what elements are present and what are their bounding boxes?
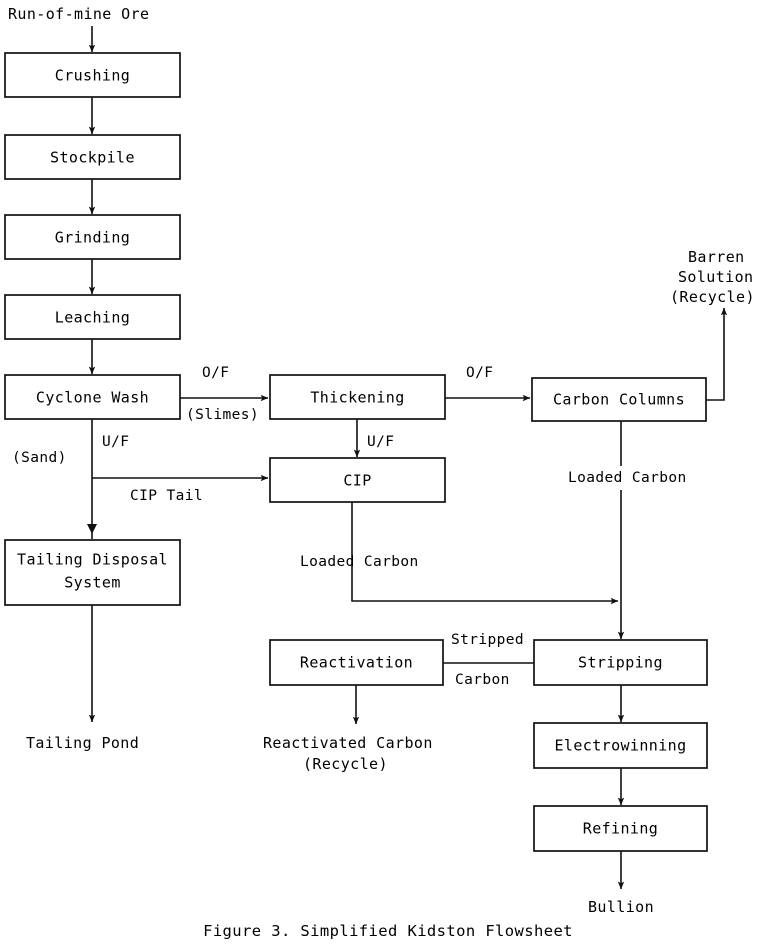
stream-label-uf-cyclone: U/F	[102, 434, 129, 450]
node-cip: CIP	[269, 457, 446, 503]
node-stripping: Stripping	[533, 639, 708, 686]
terminal-label-barren-line1: Barren	[688, 248, 745, 266]
node-stockpile-label: Stockpile	[50, 149, 135, 167]
node-thickening: Thickening	[269, 374, 446, 420]
node-leaching-label: Leaching	[55, 309, 130, 327]
stream-label-sand: (Sand)	[12, 450, 67, 466]
node-grinding: Grinding	[4, 214, 181, 260]
node-refining-label: Refining	[583, 820, 658, 838]
node-refining: Refining	[533, 805, 708, 852]
node-reactivation-label: Reactivation	[300, 654, 413, 672]
stream-label-carbon: Carbon	[455, 672, 510, 688]
terminal-label-feed: Run-of-mine Ore	[8, 5, 149, 23]
node-cyclone-wash-label: Cyclone Wash	[36, 389, 149, 407]
node-tailing-disposal-label-line2: System	[64, 574, 121, 592]
node-reactivation: Reactivation	[269, 639, 444, 686]
node-electrowinning-label: Electrowinning	[554, 737, 686, 755]
node-cyclone-wash: Cyclone Wash	[4, 374, 181, 420]
stream-label-cip-tail: CIP Tail	[130, 488, 203, 504]
stream-label-loaded-carbon-columns: Loaded Carbon	[568, 470, 687, 486]
node-tailing-disposal-label-line1: Tailing Disposal	[17, 551, 168, 569]
stream-label-slimes: (Slimes)	[186, 407, 259, 423]
connector-cip-loaded-carbon-to-stripping	[351, 502, 619, 605]
node-crushing-label: Crushing	[55, 67, 130, 85]
node-thickening-label: Thickening	[310, 389, 404, 407]
terminal-label-barren-line2: Solution	[678, 268, 753, 286]
node-tailing-disposal: Tailing Disposal System	[4, 539, 181, 606]
node-electrowinning: Electrowinning	[533, 722, 708, 769]
stream-label-of-cyclone: O/F	[202, 365, 229, 381]
connector-barren-solution-recycle	[706, 307, 728, 401]
terminal-label-barren-line3: (Recycle)	[670, 288, 755, 306]
figure-caption: Figure 3. Simplified Kidston Flowsheet	[203, 922, 573, 940]
stream-label-loaded-carbon-cip: Loaded Carbon	[300, 554, 419, 570]
node-stockpile: Stockpile	[4, 134, 181, 180]
stream-label-stripped: Stripped	[451, 632, 524, 648]
node-grinding-label: Grinding	[55, 229, 130, 247]
stream-label-uf-thickening: U/F	[367, 434, 394, 450]
node-cip-label: CIP	[343, 472, 371, 490]
terminal-label-bullion: Bullion	[588, 898, 654, 916]
node-stripping-label: Stripping	[578, 654, 663, 672]
terminal-label-reactivated-carbon-line2: (Recycle)	[303, 755, 388, 773]
node-carbon-columns-label: Carbon Columns	[553, 391, 685, 409]
node-carbon-columns: Carbon Columns	[531, 377, 707, 422]
terminal-label-reactivated-carbon-line1: Reactivated Carbon	[263, 734, 433, 752]
stream-label-of-thickening: O/F	[466, 365, 493, 381]
arrowhead-to-tailing-disposal	[87, 524, 97, 534]
node-leaching: Leaching	[4, 294, 181, 340]
node-crushing: Crushing	[4, 52, 181, 98]
kidston-flowsheet-diagram: Run-of-mine Ore Crushing Stockpile Grind…	[4, 5, 755, 940]
terminal-label-tailing-pond: Tailing Pond	[26, 734, 139, 752]
